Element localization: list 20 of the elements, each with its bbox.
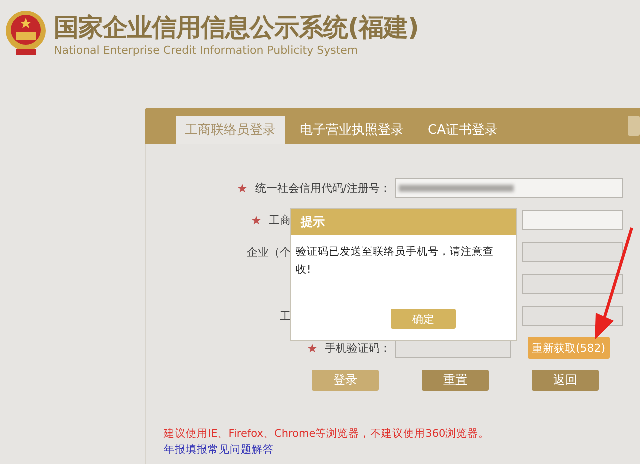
faq-link[interactable]: 年报填报常见问题解答 <box>164 443 640 457</box>
dialog-title: 提示 <box>291 209 516 235</box>
dialog-message: 验证码已发送至联络员手机号，请注意查收! <box>296 245 495 278</box>
confirm-button[interactable]: 确定 <box>391 309 456 329</box>
field-label: 工 <box>280 308 291 324</box>
input-field[interactable] <box>395 178 623 198</box>
tab-bar-button[interactable] <box>628 116 640 136</box>
input-field[interactable] <box>522 210 623 230</box>
field-label: 工商 <box>269 212 291 228</box>
login-tab[interactable]: CA证书登录 <box>419 116 507 144</box>
field-label: 统一社会信用代码/注册号： <box>255 180 391 196</box>
site-title: 国家企业信用信息公示系统(福建) <box>54 12 419 44</box>
site-subtitle: National Enterprise Credit Information Publicity System <box>54 44 360 56</box>
form-button[interactable]: 返回 <box>532 370 599 391</box>
field-label: 手机验证码： <box>325 340 391 356</box>
field-label: 企业（个 <box>247 244 291 260</box>
form-button[interactable]: 重置 <box>422 370 489 391</box>
browser-notice: 建议使用IE、Firefox、Chrome等浏览器，不建议使用360浏览器。 <box>164 427 491 441</box>
login-tab[interactable]: 电子营业执照登录 <box>291 116 413 144</box>
login-tab[interactable]: 工商联络员登录 <box>176 116 285 144</box>
